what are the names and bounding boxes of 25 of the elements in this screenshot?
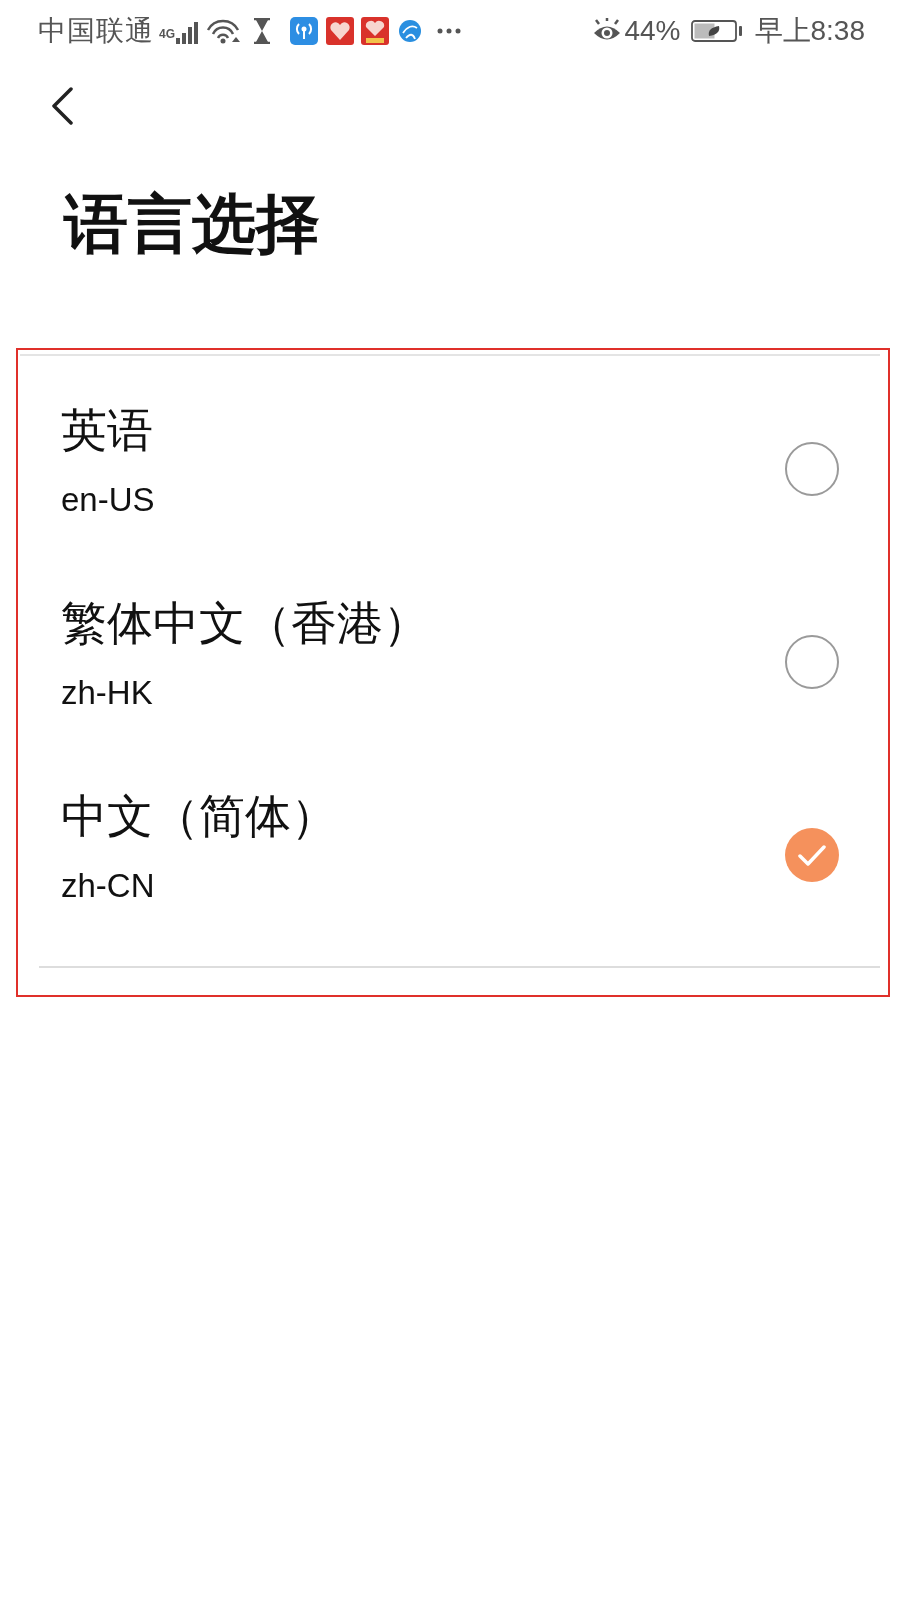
language-name: 中文（简体） [61, 789, 337, 844]
battery-percent: 44% [624, 14, 681, 48]
radio-button[interactable] [785, 635, 839, 689]
radio-button[interactable] [785, 828, 839, 882]
hourglass-icon [253, 18, 271, 44]
battery-icon [690, 20, 743, 42]
carrier-name: 中国联通 [38, 14, 154, 48]
language-code: en-US [61, 480, 155, 520]
back-icon [50, 87, 74, 125]
language-name: 英语 [61, 403, 153, 458]
language-code: zh-HK [61, 673, 153, 713]
heart-app-icon [326, 17, 354, 45]
network-type-label: 4G [159, 28, 175, 40]
language-code: zh-CN [61, 866, 155, 906]
wifi-icon [206, 18, 240, 44]
heart-app-icon [361, 17, 389, 45]
app-notification-icon [290, 17, 318, 45]
page-title: 语言选择 [64, 187, 320, 262]
globe-icon [398, 19, 422, 43]
language-name: 繁体中文（香港） [61, 596, 429, 651]
radio-button[interactable] [785, 442, 839, 496]
more-icon [437, 28, 461, 34]
signal-icon [176, 22, 198, 44]
clock-time: 早上8:38 [754, 14, 865, 48]
checkmark-icon [798, 843, 826, 867]
